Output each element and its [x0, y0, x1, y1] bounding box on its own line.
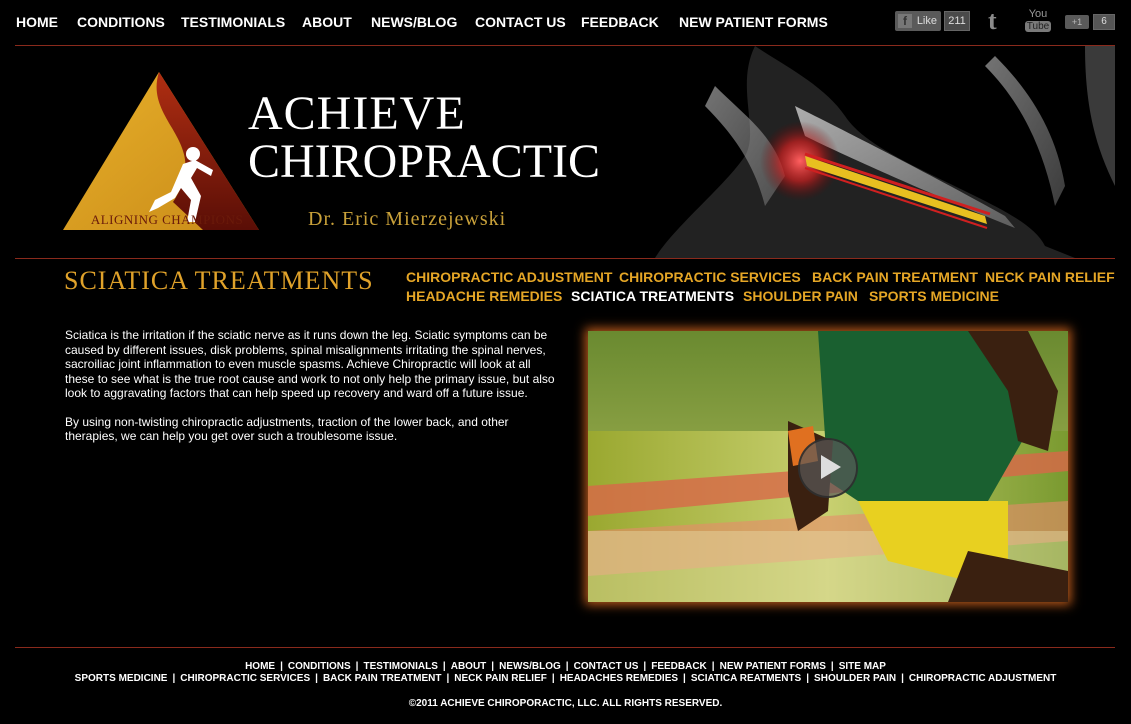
footer-link-back-pain-treatment[interactable]: BACK PAIN TREATMENT — [323, 673, 442, 684]
footer-separator: | — [442, 661, 446, 672]
footer-link-shoulder-pain[interactable]: SHOULDER PAIN — [814, 673, 896, 684]
facebook-icon: f — [898, 14, 912, 28]
footer-link-chiropractic-adjustment[interactable]: CHIROPRACTIC ADJUSTMENT — [909, 673, 1056, 684]
footer-link-about[interactable]: ABOUT — [451, 661, 487, 672]
subnav-chiropractic-services[interactable]: CHIROPRACTIC SERVICES — [619, 269, 801, 285]
footer-separator: | — [280, 661, 283, 672]
youtube-label-tube: Tube — [1025, 21, 1051, 32]
nav-testimonials[interactable]: TESTIMONIALS — [181, 14, 285, 30]
nav-news-blog[interactable]: NEWS/BLOG — [371, 14, 457, 30]
footer-divider — [15, 647, 1115, 648]
google-plus-button[interactable]: +1 — [1065, 15, 1089, 29]
footer-link-new-patient-forms[interactable]: NEW PATIENT FORMS — [720, 661, 826, 672]
facebook-like-widget[interactable]: f Like 211 — [895, 9, 973, 33]
nav-new-patient-forms[interactable]: NEW PATIENT FORMS — [679, 14, 828, 30]
footer-link-chiropractic-services[interactable]: CHIROPRACTIC SERVICES — [180, 673, 310, 684]
youtube-label-you: You — [1028, 8, 1048, 20]
nav-conditions[interactable]: CONDITIONS — [77, 14, 165, 30]
nav-feedback[interactable]: FEEDBACK — [581, 14, 659, 30]
subnav-sports-medicine[interactable]: SPORTS MEDICINE — [869, 288, 999, 304]
footer-separator: | — [491, 661, 495, 672]
facebook-like-button[interactable]: f Like — [895, 11, 941, 31]
facebook-like-count: 211 — [944, 11, 970, 31]
video-player[interactable] — [588, 331, 1068, 602]
footer-link-testimonials[interactable]: TESTIMONIALS — [363, 661, 437, 672]
hero-banner: ALIGNING CHAMPIONS ACHIEVE CHIROPRACTIC … — [15, 46, 1115, 258]
footer-link-sports-medicine[interactable]: SPORTS MEDICINE — [75, 673, 168, 684]
footer-separator: | — [711, 661, 715, 672]
footer-separator: | — [901, 673, 904, 684]
footer-separator: | — [315, 673, 318, 684]
brand-name-line1: ACHIEVE — [248, 87, 466, 140]
subnav-headache-remedies[interactable]: HEADACHE REMEDIES — [406, 288, 562, 304]
doctor-name: Dr. Eric Mierzejewski — [308, 208, 507, 230]
content-paragraph-1: Sciatica is the irritation if the sciati… — [65, 328, 555, 400]
footer-separator: | — [446, 673, 450, 684]
footer-separator: | — [643, 661, 647, 672]
nav-contact-us[interactable]: CONTACT US — [475, 14, 566, 30]
brand-name-line2: CHIROPRACTIC — [248, 135, 601, 188]
hero-divider — [15, 258, 1115, 259]
copyright: ©2011 ACHIEVE CHIROPORACTIC, LLC. ALL RI… — [408, 698, 723, 709]
youtube-icon[interactable]: You Tube — [1025, 9, 1051, 33]
google-plus-count: 6 — [1093, 14, 1115, 30]
main-content: Sciatica is the irritation if the sciati… — [65, 328, 555, 458]
footer-nav-row2: SPORTS MEDICINE | CHIROPRACTIC SERVICES | BA… — [0, 673, 1131, 684]
footer-link-home[interactable]: HOME — [245, 661, 275, 672]
footer-separator: | — [806, 673, 810, 684]
subnav-sciatica-treatments[interactable]: SCIATICA TREATMENTS — [571, 288, 734, 304]
nav-home[interactable]: HOME — [16, 14, 58, 30]
twitter-icon[interactable]: t — [988, 8, 1012, 34]
page-title: SCIATICA TREATMENTS — [64, 266, 374, 295]
footer-link-site-map[interactable]: SITE MAP — [839, 661, 886, 672]
subnav-neck-pain-relief[interactable]: NECK PAIN RELIEF — [985, 269, 1115, 285]
footer-separator: | — [830, 661, 834, 672]
logo-tagline: ALIGNING CHAMPIONS — [90, 212, 244, 227]
footer-separator: | — [683, 673, 686, 684]
subnav-back-pain-treatment[interactable]: BACK PAIN TREATMENT — [812, 269, 978, 285]
footer-link-neck-pain-relief[interactable]: NECK PAIN RELIEF — [454, 673, 547, 684]
top-nav: HOME CONDITIONS TESTIMONIALS ABOUT NEWS/… — [0, 0, 1131, 44]
subnav-shoulder-pain[interactable]: SHOULDER PAIN — [743, 288, 858, 304]
footer-link-sciatica-reatments[interactable]: SCIATICA REATMENTS — [691, 673, 801, 684]
footer-separator: | — [172, 673, 176, 684]
footer-link-headaches-remedies[interactable]: HEADACHES REMEDIES — [560, 673, 678, 684]
footer-link-conditions[interactable]: CONDITIONS — [288, 661, 351, 672]
play-button[interactable] — [798, 438, 858, 498]
google-plus-widget[interactable]: +1 6 — [1065, 9, 1115, 33]
footer-link-contact-us[interactable]: CONTACT US — [574, 661, 639, 672]
subnav-chiropractic-adjustment[interactable]: CHIROPRACTIC ADJUSTMENT — [406, 269, 612, 285]
skeleton-runner-image — [655, 46, 1115, 258]
footer-nav-row1: HOME | CONDITIONS | TESTIMONIALS | ABOUT | NEWS/… — [0, 661, 1131, 672]
footer-link-feedback[interactable]: FEEDBACK — [651, 661, 707, 672]
content-paragraph-2: By using non-twisting chiropractic adjus… — [65, 414, 509, 444]
footer-separator: | — [551, 673, 555, 684]
nav-about[interactable]: ABOUT — [302, 14, 352, 30]
footer-separator: | — [355, 661, 359, 672]
footer-link-news-blog[interactable]: NEWS/BLOG — [499, 661, 561, 672]
facebook-like-label: Like — [916, 15, 937, 27]
footer-separator: | — [565, 661, 569, 672]
